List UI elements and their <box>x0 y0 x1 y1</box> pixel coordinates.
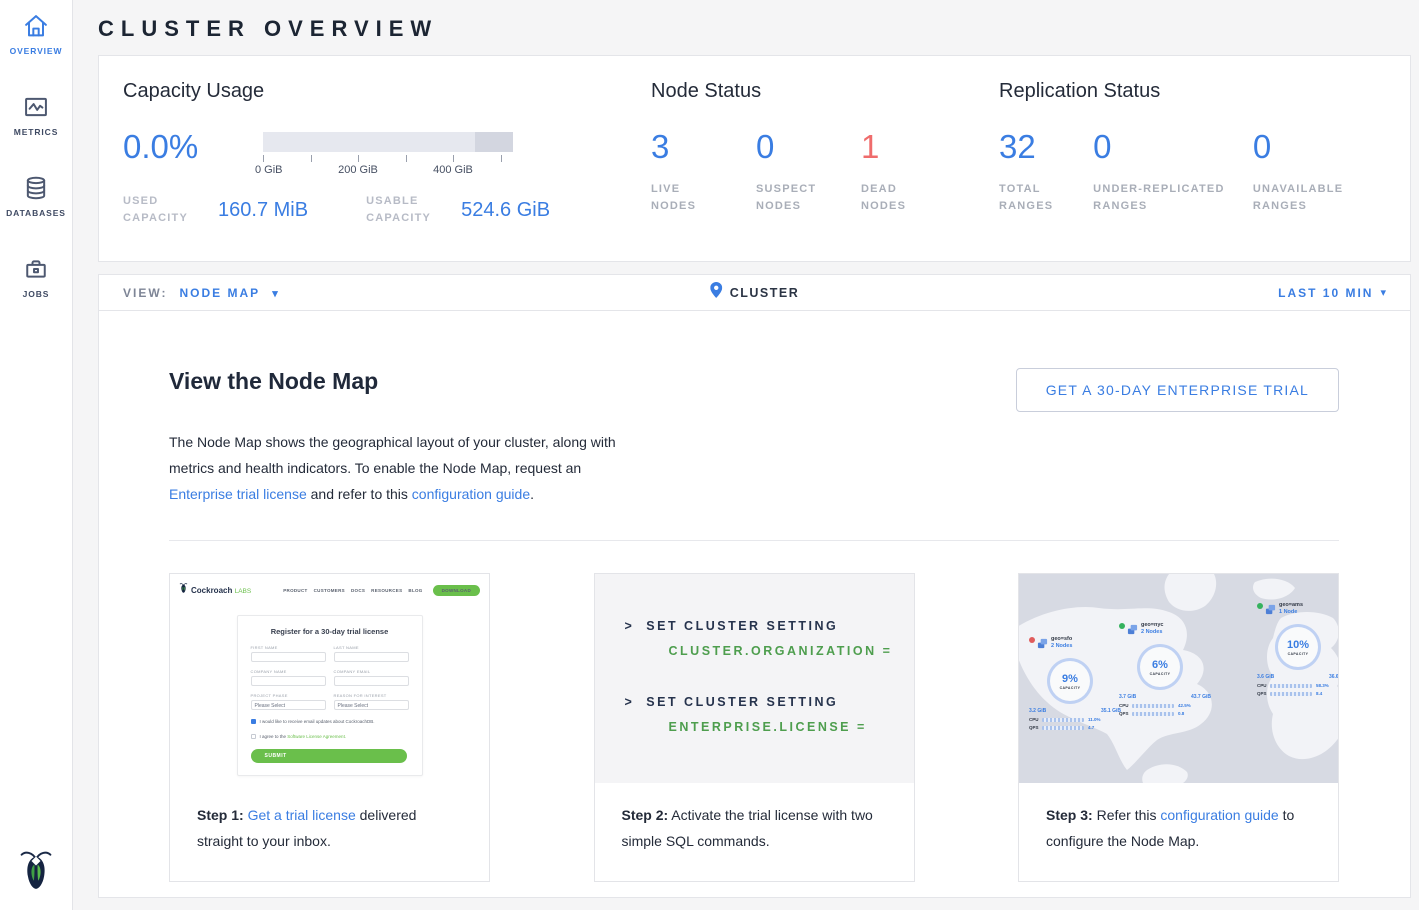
node-status-title: Node Status <box>651 80 999 103</box>
sidebar-item-label: OVERVIEW <box>10 46 63 56</box>
node-status-section: Node Status 3 LIVENODES 0 SUSPECTNODES 1… <box>651 80 999 261</box>
map-node-nyc: geo=nyc2 Nodes 6% CAPACITY 3.7 GiB43.7 G… <box>1119 622 1211 716</box>
used-capacity-label: USEDCAPACITY <box>123 193 188 227</box>
sql-command: > SET CLUSTER SETTING <box>625 695 914 709</box>
map-node-ams: geo=ams1 Node 10% CAPACITY 3.6 GiB36.6 G… <box>1257 602 1338 696</box>
node-map-description: The Node Map shows the geographical layo… <box>169 429 639 507</box>
sidebar-item-databases[interactable]: DATABASES <box>6 174 66 218</box>
step2-card: > SET CLUSTER SETTING CLUSTER.ORGANIZATI… <box>594 573 915 882</box>
mini-checkbox-unchecked <box>251 734 256 739</box>
capacity-usage-title: Capacity Usage <box>123 80 651 103</box>
node-map-heading: View the Node Map <box>169 368 378 395</box>
sidebar-item-label: METRICS <box>14 127 59 137</box>
dead-nodes-stat: 1 DEADNODES <box>861 130 966 215</box>
main-content: CLUSTER OVERVIEW Capacity Usage 0.0% 0 G… <box>73 0 1419 898</box>
view-selector[interactable]: NODE MAP ▾ <box>179 286 279 300</box>
sidebar-item-jobs[interactable]: JOBS <box>22 255 50 299</box>
mini-form-title: Register for a 30-day trial license <box>251 627 409 636</box>
configuration-guide-link[interactable]: configuration guide <box>1160 807 1278 823</box>
node-map-preview: geo=sfo2 Nodes 9% CAPACITY 3.2 GiB35.1 G… <box>1019 574 1338 783</box>
enterprise-trial-button[interactable]: GET A 30-DAY ENTERPRISE TRIAL <box>1016 368 1339 412</box>
under-replicated-ranges-stat: 0 UNDER-REPLICATEDRANGES <box>1093 130 1253 215</box>
replication-status-section: Replication Status 32 TOTALRANGES 0 UNDE… <box>999 80 1347 261</box>
gauge-tick-label: 400 GiB <box>433 164 473 176</box>
sql-setting: CLUSTER.ORGANIZATION = <box>669 644 914 658</box>
time-range-selector[interactable]: LAST 10 MIN ▾ <box>1278 286 1386 300</box>
capacity-ring: 10% CAPACITY <box>1275 624 1321 670</box>
capacity-gauge-ticks <box>263 155 513 164</box>
step3-caption: Step 3: Refer this configuration guide t… <box>1019 783 1338 881</box>
live-node-dot-icon <box>1119 623 1125 629</box>
breadcrumb-cluster: CLUSTER <box>730 286 800 300</box>
chevron-down-icon: ▾ <box>272 288 280 300</box>
live-nodes-stat: 3 LIVENODES <box>651 130 756 215</box>
cockroach-labs-logo-icon <box>179 581 188 599</box>
chevron-down-icon: ▾ <box>1380 286 1386 299</box>
gauge-tick-label: 200 GiB <box>338 164 378 176</box>
step1-caption: Step 1: Get a trial license delivered st… <box>170 783 489 881</box>
page-title: CLUSTER OVERVIEW <box>98 0 1411 55</box>
sidebar-item-metrics[interactable]: METRICS <box>14 93 59 137</box>
step1-card: Cockroach LABS PRODUCTCUSTOMERSDOCSRESOU… <box>169 573 490 882</box>
node-map-panel: View the Node Map GET A 30-DAY ENTERPRIS… <box>98 311 1411 898</box>
step2-caption: Step 2: Activate the trial license with … <box>595 783 914 881</box>
configuration-guide-link[interactable]: configuration guide <box>412 486 530 502</box>
dead-node-dot-icon <box>1029 637 1035 643</box>
node-cube-icon <box>1127 622 1138 640</box>
live-node-dot-icon <box>1257 603 1263 609</box>
mini-checkbox-checked <box>251 719 256 724</box>
cluster-summary-card: Capacity Usage 0.0% 0 GiB 200 GiB 400 Gi… <box>98 55 1411 262</box>
unavailable-ranges-stat: 0 UNAVAILABLERANGES <box>1253 130 1347 215</box>
metrics-icon <box>22 93 50 121</box>
get-trial-license-link[interactable]: Get a trial license <box>248 807 356 823</box>
home-icon <box>22 12 50 40</box>
capacity-gauge: 0 GiB 200 GiB 400 GiB <box>263 130 513 179</box>
sidebar-item-overview[interactable]: OVERVIEW <box>10 12 63 56</box>
map-node-sfo: geo=sfo2 Nodes 9% CAPACITY 3.2 GiB35.1 G… <box>1029 636 1121 730</box>
mini-site-brand: Cockroach LABS <box>191 586 251 595</box>
step1-screenshot: Cockroach LABS PRODUCTCUSTOMERSDOCSRESOU… <box>170 574 489 783</box>
mini-submit-button: SUBMIT <box>251 749 407 763</box>
usable-capacity-value: 524.6 GiB <box>461 199 550 222</box>
replication-status-title: Replication Status <box>999 80 1347 103</box>
capacity-gauge-bar <box>263 132 513 152</box>
node-cube-icon <box>1037 636 1048 654</box>
capacity-ring: 9% CAPACITY <box>1047 658 1093 704</box>
capacity-used-percent: 0.0% <box>123 130 221 163</box>
capacity-usage-section: Capacity Usage 0.0% 0 GiB 200 GiB 400 Gi… <box>123 80 651 261</box>
suspect-nodes-stat: 0 SUSPECTNODES <box>756 130 861 215</box>
sql-setting: ENTERPRISE.LICENSE = <box>669 720 914 734</box>
gauge-tick-label: 0 GiB <box>255 164 283 176</box>
mini-site-nav: PRODUCTCUSTOMERSDOCSRESOURCESBLOG DOWNLO… <box>283 585 480 596</box>
sidebar-item-label: DATABASES <box>6 208 66 218</box>
view-label: VIEW: <box>123 286 167 300</box>
jobs-icon <box>22 255 50 283</box>
view-bar: VIEW: NODE MAP ▾ CLUSTER LAST 10 MIN ▾ <box>98 274 1411 311</box>
node-cube-icon <box>1265 602 1276 620</box>
section-divider <box>169 540 1339 541</box>
sql-command: > SET CLUSTER SETTING <box>625 619 914 633</box>
enterprise-trial-license-link[interactable]: Enterprise trial license <box>169 486 307 502</box>
used-capacity-value: 160.7 MiB <box>218 199 308 222</box>
sidebar-item-label: JOBS <box>23 289 50 299</box>
total-ranges-stat: 32 TOTALRANGES <box>999 130 1093 215</box>
databases-icon <box>22 174 50 202</box>
step3-card: geo=sfo2 Nodes 9% CAPACITY 3.2 GiB35.1 G… <box>1018 573 1339 882</box>
usable-capacity-label: USABLECAPACITY <box>366 193 431 227</box>
location-pin-icon <box>710 282 722 303</box>
step2-code-snippet: > SET CLUSTER SETTING CLUSTER.ORGANIZATI… <box>595 574 914 783</box>
mini-download-button: DOWNLOAD <box>433 585 480 596</box>
sidebar: OVERVIEW METRICS DATABASES <box>0 0 73 910</box>
capacity-ring: 6% CAPACITY <box>1137 644 1183 690</box>
cockroachdb-logo <box>18 847 54 898</box>
mini-trial-form: Register for a 30-day trial license FIRS… <box>237 615 423 776</box>
